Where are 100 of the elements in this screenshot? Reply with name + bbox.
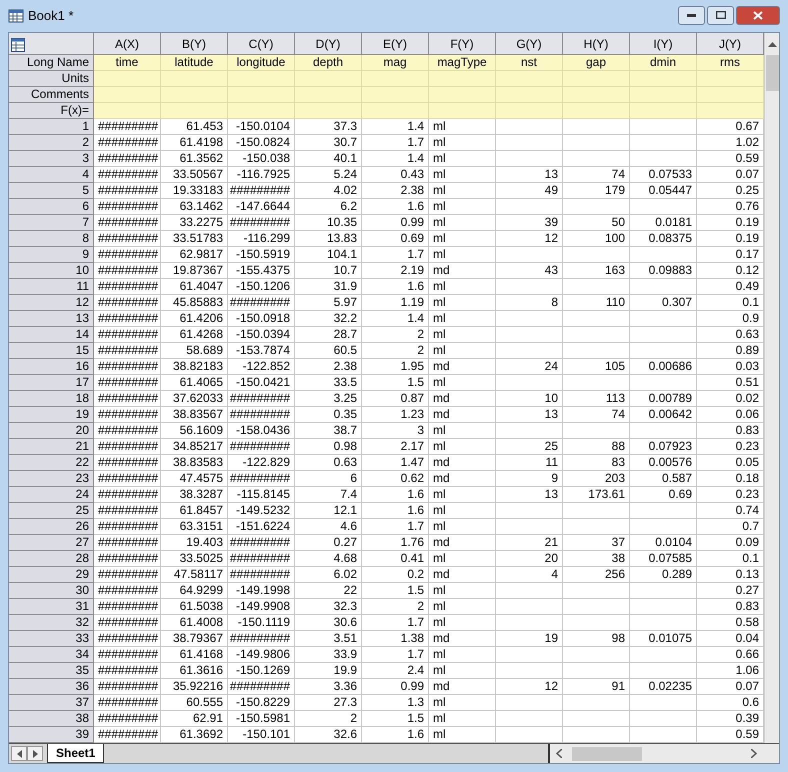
row-header[interactable]: 35 xyxy=(9,663,94,679)
row-header[interactable]: 18 xyxy=(9,391,94,407)
empty-cell xyxy=(496,615,563,631)
size-grip[interactable] xyxy=(763,744,779,763)
table-cell: 0.2 xyxy=(362,567,429,583)
row-header[interactable]: 7 xyxy=(9,215,94,231)
column-header[interactable]: C(Y) xyxy=(228,33,295,55)
column-header[interactable]: F(Y) xyxy=(429,33,496,55)
label-cell xyxy=(630,87,697,103)
maximize-button[interactable] xyxy=(707,6,734,24)
table-cell: 61.5038 xyxy=(161,599,228,615)
close-icon xyxy=(753,10,763,20)
long-name-cell: magType xyxy=(429,55,496,71)
row-header[interactable]: 30 xyxy=(9,583,94,599)
table-cell: -150.5919 xyxy=(228,247,295,263)
empty-cell xyxy=(563,663,630,679)
row-header[interactable]: 36 xyxy=(9,679,94,695)
column-header[interactable]: B(Y) xyxy=(161,33,228,55)
row-header[interactable]: 3 xyxy=(9,151,94,167)
row-header[interactable]: 15 xyxy=(9,343,94,359)
row-header[interactable]: 28 xyxy=(9,551,94,567)
row-header[interactable]: 5 xyxy=(9,183,94,199)
row-header[interactable]: 14 xyxy=(9,327,94,343)
row-header[interactable]: 39 xyxy=(9,727,94,743)
table-cell: 2.19 xyxy=(362,263,429,279)
row-header[interactable]: 16 xyxy=(9,359,94,375)
table-cell: ######### xyxy=(94,375,161,391)
row-header[interactable]: 38 xyxy=(9,711,94,727)
table-cell: -150.5981 xyxy=(228,711,295,727)
table-cell: 3.51 xyxy=(295,631,362,647)
previous-sheet-button[interactable] xyxy=(11,746,27,761)
row-header[interactable]: 31 xyxy=(9,599,94,615)
column-header[interactable]: A(X) xyxy=(94,33,161,55)
row-header[interactable]: 27 xyxy=(9,535,94,551)
table-cell: ml xyxy=(429,423,496,439)
table-cell: 61.453 xyxy=(161,119,228,135)
column-header[interactable]: I(Y) xyxy=(630,33,697,55)
row-header[interactable]: 22 xyxy=(9,455,94,471)
row-header[interactable]: 11 xyxy=(9,279,94,295)
row-header[interactable]: 20 xyxy=(9,423,94,439)
row-header[interactable]: 37 xyxy=(9,695,94,711)
column-header[interactable]: H(Y) xyxy=(563,33,630,55)
row-header[interactable]: 12 xyxy=(9,295,94,311)
scroll-thumb[interactable] xyxy=(766,55,778,91)
table-cell: 63.3151 xyxy=(161,519,228,535)
table-cell: 83 xyxy=(563,455,630,471)
row-header[interactable]: 10 xyxy=(9,263,94,279)
label-cell xyxy=(630,103,697,119)
row-label[interactable]: Comments xyxy=(9,87,94,103)
row-header[interactable]: 1 xyxy=(9,119,94,135)
vertical-scrollbar[interactable] xyxy=(764,33,779,743)
horizontal-scrollbar[interactable] xyxy=(548,744,763,763)
row-label[interactable]: Long Name xyxy=(9,55,94,71)
row-header[interactable]: 32 xyxy=(9,615,94,631)
table-cell: ######### xyxy=(94,199,161,215)
row-header[interactable]: 26 xyxy=(9,519,94,535)
empty-cell xyxy=(630,279,697,295)
scroll-thumb[interactable] xyxy=(572,746,642,760)
row-header[interactable]: 2 xyxy=(9,135,94,151)
spreadsheet-icon xyxy=(8,8,24,24)
table-cell: 10 xyxy=(496,391,563,407)
table-cell: 0.289 xyxy=(630,567,697,583)
table-cell: 19 xyxy=(496,631,563,647)
table-cell: ml xyxy=(429,439,496,455)
corner-cell[interactable] xyxy=(9,33,94,55)
column-header[interactable]: J(Y) xyxy=(697,33,764,55)
row-header[interactable]: 29 xyxy=(9,567,94,583)
sheet-tab[interactable]: Sheet1 xyxy=(47,744,104,763)
column-header[interactable]: D(Y) xyxy=(295,33,362,55)
row-header[interactable]: 6 xyxy=(9,199,94,215)
row-header[interactable]: 33 xyxy=(9,631,94,647)
row-header[interactable]: 8 xyxy=(9,231,94,247)
row-header[interactable]: 23 xyxy=(9,471,94,487)
row-header[interactable]: 13 xyxy=(9,311,94,327)
row-header[interactable]: 4 xyxy=(9,167,94,183)
table-cell: -150.0104 xyxy=(228,119,295,135)
table-cell: 1.47 xyxy=(362,455,429,471)
row-header[interactable]: 25 xyxy=(9,503,94,519)
empty-cell xyxy=(563,343,630,359)
table-cell: 1.6 xyxy=(362,279,429,295)
table-cell: md xyxy=(429,455,496,471)
row-label[interactable]: F(x)= xyxy=(9,103,94,119)
empty-cell xyxy=(630,663,697,679)
table-cell: 0.09883 xyxy=(630,263,697,279)
row-header[interactable]: 19 xyxy=(9,407,94,423)
table-cell: 0.63 xyxy=(295,455,362,471)
table-cell: 2.4 xyxy=(362,663,429,679)
minimize-button[interactable] xyxy=(678,6,705,24)
next-sheet-button[interactable] xyxy=(27,746,43,761)
table-cell: 203 xyxy=(563,471,630,487)
close-button[interactable] xyxy=(736,6,780,24)
row-header[interactable]: 9 xyxy=(9,247,94,263)
row-header[interactable]: 34 xyxy=(9,647,94,663)
row-header[interactable]: 17 xyxy=(9,375,94,391)
row-header[interactable]: 24 xyxy=(9,487,94,503)
row-label[interactable]: Units xyxy=(9,71,94,87)
row-header[interactable]: 21 xyxy=(9,439,94,455)
table-cell: 58.689 xyxy=(161,343,228,359)
column-header[interactable]: E(Y) xyxy=(362,33,429,55)
column-header[interactable]: G(Y) xyxy=(496,33,563,55)
